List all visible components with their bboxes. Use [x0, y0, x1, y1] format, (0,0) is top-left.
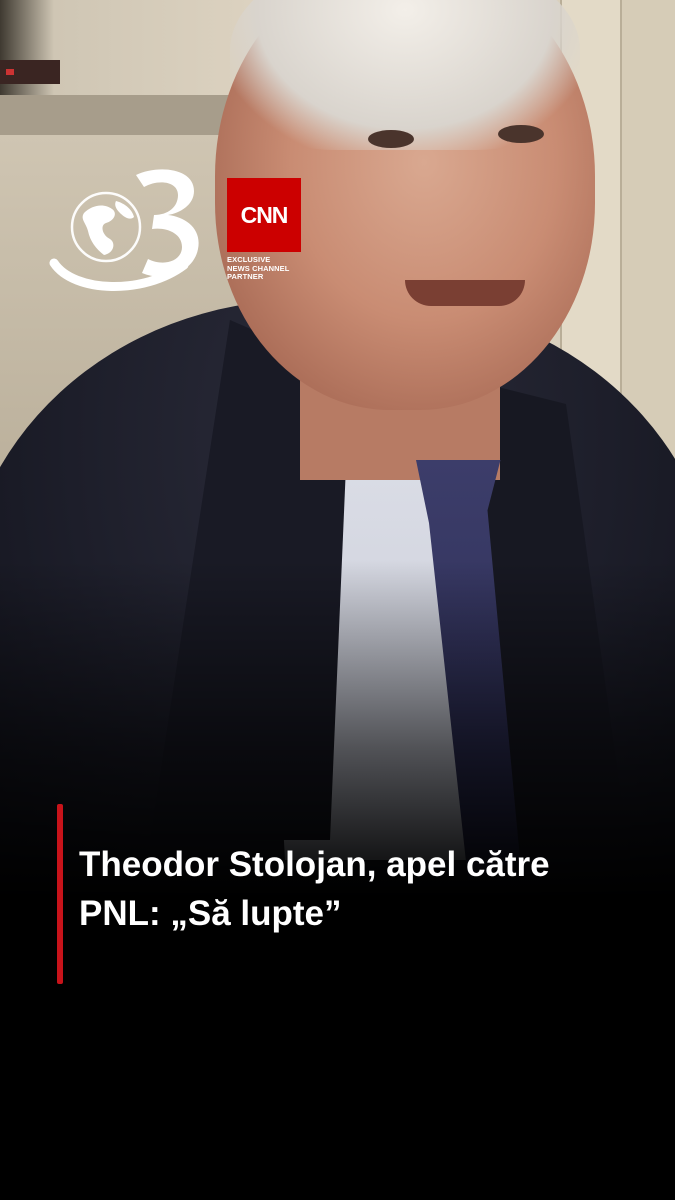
headline-accent-bar [57, 804, 63, 984]
video-frame[interactable]: CNN EXCLUSIVE NEWS CHANNEL PARTNER Theod… [0, 0, 675, 1200]
cnn-logo-text: CNN [240, 201, 289, 228]
elevator-indicator [0, 60, 60, 84]
cnn-partner-tagline: EXCLUSIVE NEWS CHANNEL PARTNER [227, 255, 317, 282]
headline-line: Theodor Stolojan, apel către [79, 845, 550, 884]
eye-right [498, 125, 544, 143]
elevator-frame [0, 95, 240, 135]
headline-line: PNL: „Să lupte” [79, 894, 342, 933]
cnn-logo: CNN [227, 178, 301, 252]
eye-left [368, 130, 414, 148]
tagline-line: PARTNER [227, 272, 264, 281]
antena3-logo [49, 169, 199, 291]
headline-block: Theodor Stolojan, apel către PNL: „Să lu… [57, 804, 657, 984]
video-scene [0, 0, 675, 900]
mouth [405, 280, 525, 306]
headline: Theodor Stolojan, apel către PNL: „Să lu… [79, 840, 659, 938]
